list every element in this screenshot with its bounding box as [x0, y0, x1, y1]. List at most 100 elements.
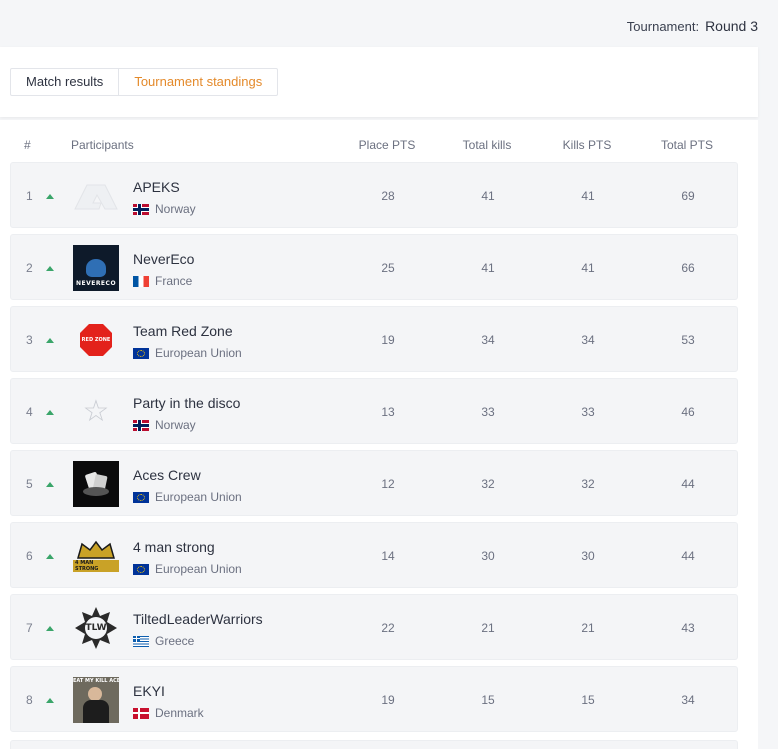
rank-number: 3 — [26, 333, 33, 347]
country-flag-icon — [133, 563, 149, 575]
team-logo: RED ZONE — [73, 317, 119, 363]
total-kills-value: 41 — [481, 261, 495, 275]
table-row[interactable] — [10, 740, 738, 749]
total-pts-value: 44 — [681, 549, 695, 563]
participant-name[interactable]: Aces Crew — [133, 467, 201, 483]
view-tabs: Match results Tournament standings — [10, 68, 279, 96]
total-kills-value: 32 — [481, 477, 495, 491]
participant-country: Norway — [133, 202, 196, 216]
logo-text: EAT MY KILL ACE — [73, 678, 119, 684]
team-logo: 4 MAN STRONG — [73, 533, 119, 579]
total-pts-value: 66 — [681, 261, 695, 275]
table-row[interactable]: 1 APEKS Norway 28 41 41 69 — [10, 162, 738, 228]
total-kills-value: 15 — [481, 693, 495, 707]
place-pts-value: 25 — [381, 261, 395, 275]
column-participants: Participants — [71, 138, 134, 152]
tab-tournament-standings[interactable]: Tournament standings — [118, 69, 277, 95]
kills-pts-value: 34 — [581, 333, 595, 347]
rank-number: 2 — [26, 261, 33, 275]
country-name: Norway — [155, 202, 196, 216]
country-flag-icon — [133, 419, 149, 431]
participant-name[interactable]: Party in the disco — [133, 395, 240, 411]
logo-text: NEVERECO — [75, 280, 117, 287]
participant-name[interactable]: NeverEco — [133, 251, 194, 267]
total-pts-value: 34 — [681, 693, 695, 707]
country-name: European Union — [155, 346, 242, 360]
total-kills-value: 33 — [481, 405, 495, 419]
country-name: Norway — [155, 418, 196, 432]
place-pts-value: 13 — [381, 405, 395, 419]
tab-match-results[interactable]: Match results — [11, 69, 118, 95]
country-name: European Union — [155, 562, 242, 576]
country-flag-icon — [133, 635, 149, 647]
rank-number: 5 — [26, 477, 33, 491]
team-logo: ☆ — [82, 395, 110, 428]
country-flag-icon — [133, 707, 149, 719]
column-kills-pts[interactable]: Kills PTS — [563, 138, 612, 152]
country-name: European Union — [155, 490, 242, 504]
participant-name[interactable]: Team Red Zone — [133, 323, 233, 339]
participant-name[interactable]: EKYI — [133, 683, 165, 699]
participant-country: Denmark — [133, 706, 204, 720]
logo-text: RED ZONE — [81, 337, 111, 343]
table-row[interactable]: 3 RED ZONE Team Red Zone European Union 19 34… — [10, 306, 738, 372]
participant-country: Greece — [133, 634, 194, 648]
place-pts-value: 19 — [381, 693, 395, 707]
rank-number: 4 — [26, 405, 33, 419]
team-logo: NEVERECO — [73, 245, 119, 291]
country-flag-icon — [133, 203, 149, 215]
country-name: France — [155, 274, 193, 288]
place-pts-value: 12 — [381, 477, 395, 491]
total-pts-value: 44 — [681, 477, 695, 491]
kills-pts-value: 15 — [581, 693, 595, 707]
country-flag-icon — [133, 491, 149, 503]
table-row[interactable]: 7 TLW TiltedLeaderWarriors Greece 22 21 21 43 — [10, 594, 738, 660]
rank-number: 7 — [26, 621, 33, 635]
standings-table: # Participants Place PTS Total kills Kil… — [0, 120, 758, 749]
trend-up-icon — [46, 698, 54, 703]
tournament-label: Tournament: — [626, 19, 700, 34]
kills-pts-value: 21 — [581, 621, 595, 635]
rank-number: 1 — [26, 189, 33, 203]
table-row[interactable]: 5 Aces Crew European Union 12 32 32 44 — [10, 450, 738, 516]
country-flag-icon — [133, 275, 149, 287]
participant-name[interactable]: TiltedLeaderWarriors — [133, 611, 263, 627]
total-pts-value: 43 — [681, 621, 695, 635]
participant-country: European Union — [133, 346, 242, 360]
participant-country: European Union — [133, 490, 242, 504]
kills-pts-value: 32 — [581, 477, 595, 491]
table-header: # Participants Place PTS Total kills Kil… — [0, 120, 758, 160]
kills-pts-value: 30 — [581, 549, 595, 563]
kills-pts-value: 41 — [581, 189, 595, 203]
place-pts-value: 28 — [381, 189, 395, 203]
participant-country: Norway — [133, 418, 196, 432]
country-flag-icon — [133, 347, 149, 359]
tabs-panel: Match results Tournament standings — [0, 47, 758, 117]
column-place-pts[interactable]: Place PTS — [359, 138, 416, 152]
place-pts-value: 19 — [381, 333, 395, 347]
logo-text: TLW — [85, 623, 107, 633]
total-pts-value: 69 — [681, 189, 695, 203]
rank-number: 6 — [26, 549, 33, 563]
total-kills-value: 34 — [481, 333, 495, 347]
participant-name[interactable]: APEKS — [133, 179, 180, 195]
total-pts-value: 53 — [681, 333, 695, 347]
table-row[interactable]: 8 EAT MY KILL ACE EKYI Denmark 19 15 15 34 — [10, 666, 738, 732]
total-kills-value: 41 — [481, 189, 495, 203]
column-total-kills[interactable]: Total kills — [463, 138, 512, 152]
place-pts-value: 22 — [381, 621, 395, 635]
trend-up-icon — [46, 626, 54, 631]
total-kills-value: 30 — [481, 549, 495, 563]
table-row[interactable]: 2 NEVERECO NeverEco France 25 41 41 66 — [10, 234, 738, 300]
participant-name[interactable]: 4 man strong — [133, 539, 215, 555]
tournament-round[interactable]: Round 3 — [705, 18, 758, 34]
logo-text: 4 MAN STRONG — [73, 560, 119, 572]
team-logo — [73, 173, 119, 219]
trend-up-icon — [46, 266, 54, 271]
tournament-header: Tournament: Round 3 — [627, 18, 758, 34]
column-total-pts[interactable]: Total PTS — [661, 138, 713, 152]
team-logo: EAT MY KILL ACE — [73, 677, 119, 723]
table-row[interactable]: 6 4 MAN STRONG 4 man strong European Union 1… — [10, 522, 738, 588]
table-row[interactable]: 4 ☆ Party in the disco Norway 13 33 33 46 — [10, 378, 738, 444]
kills-pts-value: 41 — [581, 261, 595, 275]
